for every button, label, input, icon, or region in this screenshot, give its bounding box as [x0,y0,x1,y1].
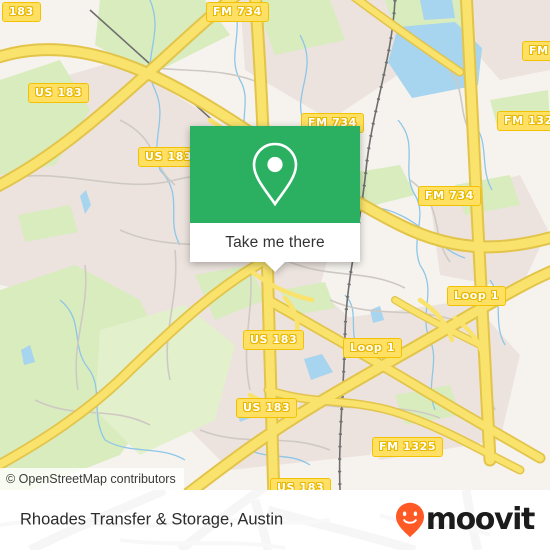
road-shield-label: Loop 1 [447,286,507,306]
take-me-there-label: Take me there [225,233,325,251]
map-pin-icon [252,142,298,206]
road-shield-label: FM 1325 [497,111,550,131]
osm-attribution[interactable]: © OpenStreetMap contributors [0,468,184,490]
road-shield-label: FM 1325 [372,437,444,457]
moovit-map-screen: 183 FM 734 FM 1 US 183 FM 1325 FM 734 US… [0,0,550,550]
road-shield-label: Loop 1 [343,338,403,358]
place-title: Rhoades Transfer & Storage, Austin [20,510,284,529]
moovit-wordmark: moovit [425,502,536,537]
road-shield-label: 183 [2,2,41,22]
road-shield-label: US 183 [243,330,305,350]
road-shield-label: US 183 [28,83,90,103]
road-shield-label: FM 734 [206,2,269,22]
road-shield-label: FM 734 [418,186,481,206]
moovit-logo[interactable]: moovit [395,502,536,538]
location-popup-card[interactable]: Take me there [190,126,360,272]
moovit-pin-smiley-icon [395,502,424,538]
popup-pointer-tail [265,262,285,272]
popup-header [190,126,360,223]
bottom-info-bar: Rhoades Transfer & Storage, Austin moovi… [0,490,550,550]
road-shield-label: FM 1 [522,41,550,61]
road-shield-label: US 183 [236,398,298,418]
popup-footer[interactable]: Take me there [190,223,360,272]
road-shield-label: US 183 [270,478,332,490]
